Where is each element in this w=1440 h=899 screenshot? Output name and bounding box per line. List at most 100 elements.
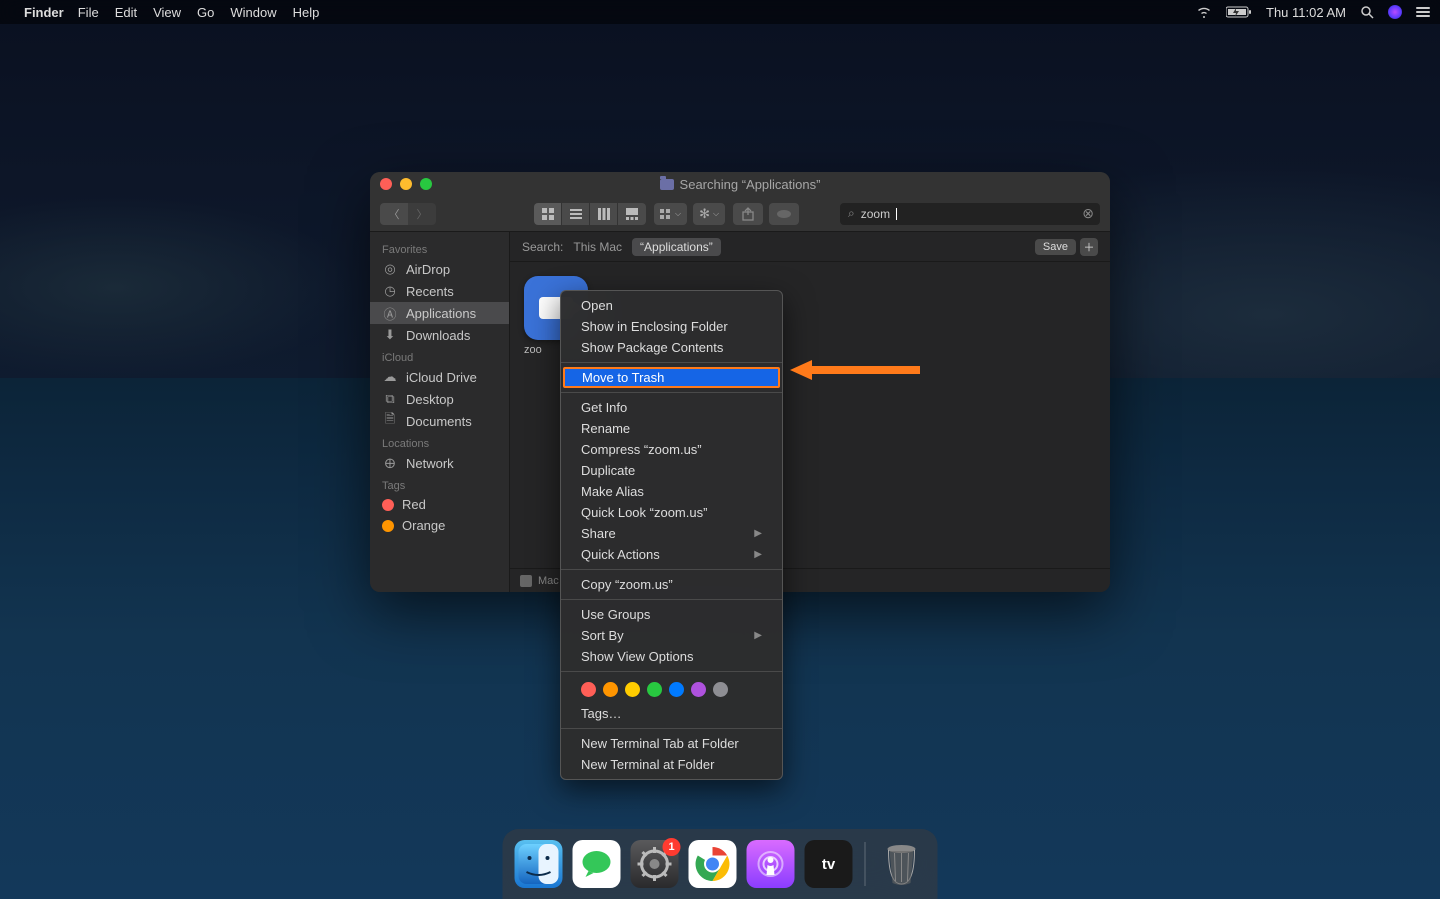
ctx-use-groups[interactable]: Use Groups	[561, 604, 782, 625]
ctx-quick-look[interactable]: Quick Look “zoom.us”	[561, 502, 782, 523]
sidebar-item-airdrop[interactable]: ◎AirDrop	[370, 258, 509, 280]
ctx-tags[interactable]: Tags…	[561, 703, 782, 724]
folder-icon	[660, 179, 674, 190]
window-title-text: Searching “Applications”	[680, 177, 821, 192]
menu-go[interactable]: Go	[197, 5, 214, 20]
action-button[interactable]: ✻⌵	[693, 203, 725, 225]
sidebar-item-applications[interactable]: ⒶApplications	[370, 302, 509, 324]
clear-search-icon[interactable]: ⊗	[1082, 205, 1094, 222]
ctx-compress[interactable]: Compress “zoom.us”	[561, 439, 782, 460]
path-segment[interactable]: Mac	[538, 575, 559, 587]
window-title: Searching “Applications”	[370, 177, 1110, 192]
sidebar-item-documents[interactable]: 🗎Documents	[370, 410, 509, 432]
search-icon: ⌕	[848, 206, 855, 221]
sidebar-item-desktop[interactable]: ⧉Desktop	[370, 388, 509, 410]
disk-icon	[520, 575, 532, 587]
ctx-tag-colors	[561, 676, 782, 703]
scope-label: Search:	[522, 240, 563, 254]
sidebar-item-icloud-drive[interactable]: ☁iCloud Drive	[370, 366, 509, 388]
sidebar-item-network[interactable]: 🜨Network	[370, 452, 509, 474]
wifi-icon[interactable]	[1196, 6, 1212, 18]
dock-trash[interactable]	[878, 840, 926, 888]
spotlight-icon[interactable]	[1360, 5, 1374, 19]
tag-orange[interactable]	[603, 682, 618, 697]
share-button[interactable]	[733, 203, 763, 225]
ctx-move-to-trash[interactable]: Move to Trash	[563, 367, 780, 388]
menubar-app-name[interactable]: Finder	[24, 5, 64, 20]
menubar-clock[interactable]: Thu 11:02 AM	[1266, 5, 1346, 20]
menubar: Finder File Edit View Go Window Help Thu…	[0, 0, 1440, 24]
clock-icon: ◷	[382, 283, 398, 299]
sidebar-header-favorites: Favorites	[370, 238, 509, 258]
dock-system-preferences[interactable]: 1	[631, 840, 679, 888]
tag-red[interactable]	[581, 682, 596, 697]
tag-dot-orange	[382, 520, 394, 532]
ctx-make-alias[interactable]: Make Alias	[561, 481, 782, 502]
globe-icon: 🜨	[382, 455, 398, 471]
column-view-button[interactable]	[590, 203, 618, 225]
doc-icon: 🗎	[382, 413, 398, 429]
dock-podcasts[interactable]	[747, 840, 795, 888]
ctx-sort-by[interactable]: Sort By▶	[561, 625, 782, 646]
ctx-show-enclosing[interactable]: Show in Enclosing Folder	[561, 316, 782, 337]
sidebar-item-recents[interactable]: ◷Recents	[370, 280, 509, 302]
sidebar-tag-red[interactable]: Red	[370, 494, 509, 515]
menu-help[interactable]: Help	[293, 5, 320, 20]
sidebar-header-tags: Tags	[370, 474, 509, 494]
desktop-icon: ⧉	[382, 391, 398, 407]
scope-current[interactable]: “Applications”	[632, 238, 721, 256]
add-criteria-button[interactable]: ＋	[1080, 238, 1098, 256]
dock-badge: 1	[663, 838, 681, 856]
ctx-share[interactable]: Share▶	[561, 523, 782, 544]
tag-green[interactable]	[647, 682, 662, 697]
titlebar[interactable]: Searching “Applications”	[370, 172, 1110, 196]
ctx-terminal[interactable]: New Terminal at Folder	[561, 754, 782, 775]
menu-view[interactable]: View	[153, 5, 181, 20]
tag-yellow[interactable]	[625, 682, 640, 697]
ctx-get-info[interactable]: Get Info	[561, 397, 782, 418]
sidebar-tag-orange[interactable]: Orange	[370, 515, 509, 536]
tag-blue[interactable]	[669, 682, 684, 697]
dock-separator	[865, 842, 866, 886]
toolbar: 〈 〉 ⌵ ✻⌵ ⌕ zoom ⊗	[370, 196, 1110, 232]
ctx-rename[interactable]: Rename	[561, 418, 782, 439]
scope-this-mac[interactable]: This Mac	[573, 240, 622, 254]
nav-back-button[interactable]: 〈	[380, 203, 408, 225]
save-search-button[interactable]: Save	[1035, 239, 1076, 255]
search-field[interactable]: ⌕ zoom ⊗	[840, 203, 1100, 225]
ctx-view-options[interactable]: Show View Options	[561, 646, 782, 667]
control-center-icon[interactable]	[1416, 7, 1430, 17]
ctx-copy[interactable]: Copy “zoom.us”	[561, 574, 782, 595]
ctx-duplicate[interactable]: Duplicate	[561, 460, 782, 481]
tag-purple[interactable]	[691, 682, 706, 697]
ctx-quick-actions[interactable]: Quick Actions▶	[561, 544, 782, 565]
search-scope-bar: Search: This Mac “Applications” Save ＋	[510, 232, 1110, 262]
download-icon: ⬇	[382, 327, 398, 343]
ctx-open[interactable]: Open	[561, 295, 782, 316]
sidebar: Favorites ◎AirDrop ◷Recents ⒶApplication…	[370, 232, 510, 592]
tags-button[interactable]	[769, 203, 799, 225]
menu-edit[interactable]: Edit	[115, 5, 137, 20]
dock-messages[interactable]	[573, 840, 621, 888]
ctx-separator	[561, 728, 782, 729]
arrange-button[interactable]: ⌵	[654, 203, 687, 225]
siri-icon[interactable]	[1388, 5, 1402, 19]
dock-finder[interactable]	[515, 840, 563, 888]
gallery-view-button[interactable]	[618, 203, 646, 225]
nav-forward-button[interactable]: 〉	[408, 203, 436, 225]
menu-file[interactable]: File	[78, 5, 99, 20]
list-view-button[interactable]	[562, 203, 590, 225]
menu-window[interactable]: Window	[230, 5, 276, 20]
sidebar-item-downloads[interactable]: ⬇Downloads	[370, 324, 509, 346]
tag-gray[interactable]	[713, 682, 728, 697]
ctx-separator	[561, 671, 782, 672]
ctx-terminal-tab[interactable]: New Terminal Tab at Folder	[561, 733, 782, 754]
icon-view-button[interactable]	[534, 203, 562, 225]
cloud-icon: ☁	[382, 369, 398, 385]
ctx-separator	[561, 392, 782, 393]
ctx-show-package[interactable]: Show Package Contents	[561, 337, 782, 358]
submenu-arrow-icon: ▶	[754, 528, 762, 539]
dock-chrome[interactable]	[689, 840, 737, 888]
battery-icon[interactable]	[1226, 6, 1252, 18]
dock-appletv[interactable]: tv	[805, 840, 853, 888]
